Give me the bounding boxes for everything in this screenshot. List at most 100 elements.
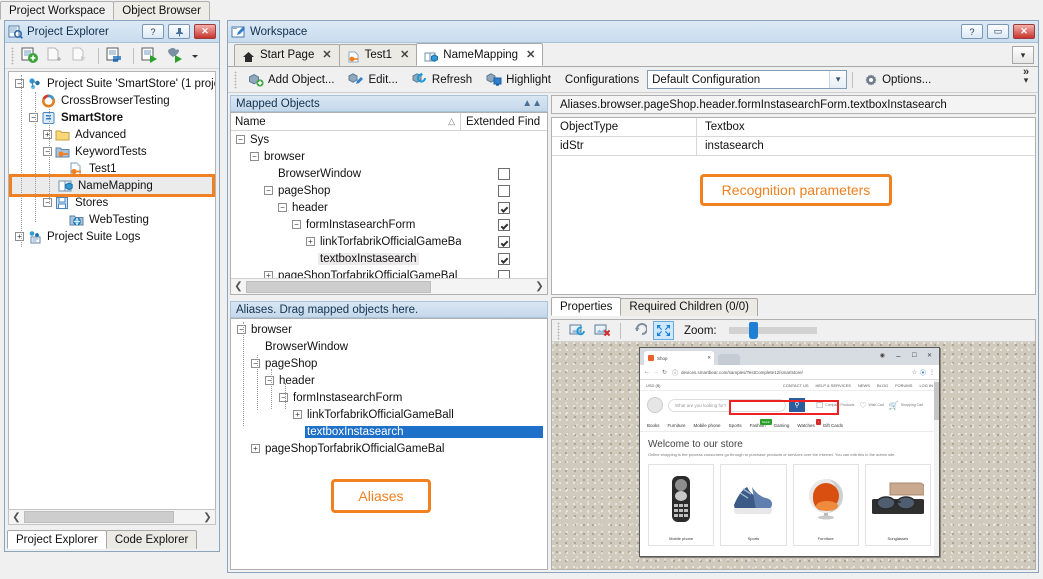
toolbar-grip[interactable] [11,47,14,65]
tab-properties[interactable]: Properties [551,297,621,316]
collapse-toggle-icon[interactable]: − [236,135,245,144]
close-button[interactable]: ✕ [194,24,216,39]
list-item[interactable]: −browser [231,321,547,338]
zoom-slider[interactable] [729,327,817,334]
collapse-toggle-icon[interactable]: − [251,359,260,368]
expand-toggle-icon[interactable]: + [251,444,260,453]
tab-start-page[interactable]: Start Page ✕ [234,44,340,66]
configurations-combobox[interactable]: Default Configuration ▾ [647,70,847,89]
project-tree-hscrollbar[interactable]: ❮ ❯ [8,509,216,525]
table-row[interactable]: +linkTorfabrikOfficialGameBall [231,233,547,250]
extended-find-checkbox[interactable] [498,219,510,231]
column-header-extended-find[interactable]: Extended Find [461,113,547,130]
add-project-icon[interactable] [20,46,42,66]
workspace-help-button[interactable]: ? [961,24,983,39]
table-row[interactable]: BrowserWindow [231,165,547,182]
tab-project-workspace[interactable]: Project Workspace [0,1,114,20]
collapse-toggle-icon[interactable]: − [264,186,273,195]
list-item[interactable]: +linkTorfabrikOfficialGameBall [231,406,547,423]
tab-code-explorer[interactable]: Code Explorer [106,530,198,549]
highlight-button[interactable]: Highlight [480,70,557,89]
extended-find-checkbox[interactable] [498,168,510,180]
property-row[interactable]: ObjectTypeTextbox [552,118,1035,137]
fit-to-window-icon[interactable] [653,321,674,340]
tab-object-browser[interactable]: Object Browser [113,1,210,20]
extended-find-checkbox[interactable] [498,185,510,197]
collapse-toggle-icon[interactable]: − [43,147,52,156]
collapse-toggle-icon[interactable]: − [278,203,287,212]
chevron-down-icon[interactable]: ▾ [1012,46,1034,64]
list-item[interactable]: −formInstasearchForm [231,389,547,406]
refresh-button[interactable]: Refresh [406,70,478,89]
project-tree-item-crossbrowsertesting[interactable]: CrossBrowserTesting [9,92,215,109]
delete-image-icon[interactable] [592,321,613,340]
collapse-toggle-icon[interactable]: − [237,325,246,334]
refresh-image-icon[interactable] [567,321,588,340]
add-object-button[interactable]: Add Object... [242,70,340,89]
table-row[interactable]: −formInstasearchForm [231,216,547,233]
namemapping-toolbar-grip[interactable] [234,71,237,89]
dropdown-arrow-icon[interactable] [190,46,200,66]
workspace-restore-button[interactable]: ▭ [987,24,1009,39]
scroll-left-arrow[interactable]: ❮ [9,510,24,524]
project-tree[interactable]: −Project Suite 'SmartStore' (1 projectCr… [8,71,216,523]
aliases-tree[interactable]: −browserBrowserWindow−pageShop−header−fo… [230,318,548,570]
scroll-right-arrow[interactable]: ❯ [532,280,547,294]
extended-find-checkbox[interactable] [498,202,510,214]
list-item[interactable]: +pageShopTorfabrikOfficialGameBal [231,440,547,457]
collapse-toggle-icon[interactable]: − [292,220,301,229]
tab-namemapping-close-icon[interactable]: ✕ [526,44,535,66]
arrange-items-icon[interactable] [105,46,127,66]
collapse-toggle-icon[interactable]: − [279,393,288,402]
properties-grid[interactable]: ObjectTypeTextboxidStrinstasearch Recogn… [551,117,1036,295]
table-row[interactable]: −browser [231,148,547,165]
table-row[interactable]: −pageShop [231,182,547,199]
collapse-toggle-icon[interactable]: − [250,152,259,161]
expand-toggle-icon[interactable]: + [306,237,315,246]
run-test-icon[interactable] [165,46,187,66]
list-item[interactable]: BrowserWindow [231,338,547,355]
project-tree-item-project-suite-logs[interactable]: +Project Suite Logs [9,228,215,245]
tab-test1[interactable]: Test1 ✕ [339,44,418,66]
list-item[interactable]: −pageShop [231,355,547,372]
undo-icon[interactable] [628,321,649,340]
scroll-thumb[interactable] [246,281,431,293]
project-tree-item-smartstore[interactable]: −SmartStore [9,109,215,126]
collapse-toggle-icon[interactable]: − [29,113,38,122]
expand-toggle-icon[interactable]: + [15,232,24,241]
list-item[interactable]: textboxInstasearch [231,423,547,440]
pin-button[interactable] [168,24,190,39]
tab-project-explorer[interactable]: Project Explorer [7,530,107,549]
tab-start-page-close-icon[interactable]: ✕ [322,45,331,66]
extended-find-checkbox[interactable] [498,236,510,248]
options-button[interactable]: Options... [858,71,937,89]
expand-toggle-icon[interactable]: + [43,130,52,139]
expand-toggle-icon[interactable]: + [293,410,302,419]
collapse-toggle-icon[interactable]: − [265,376,274,385]
column-header-name[interactable]: Name △ [231,113,461,130]
project-tree-item-test1[interactable]: Test1 [9,160,215,177]
preview-canvas[interactable]: Shop ✕ ◉ ⚊ ☐ ✕ ← → ↻ [552,342,1035,569]
mapped-objects-hscrollbar[interactable]: ❮ ❯ [231,278,547,294]
extended-find-checkbox[interactable] [498,253,510,265]
table-row[interactable]: −Sys [231,131,547,148]
edit-button[interactable]: Edit... [342,70,403,89]
toolbar-overflow-icon[interactable]: » ▾ [1018,68,1034,84]
tab-test1-close-icon[interactable]: ✕ [400,45,409,66]
list-item[interactable]: −header [231,372,547,389]
chevron-up-icon[interactable]: ▲▲ [522,98,542,109]
project-tree-item-project-suite-smartstore-1-project[interactable]: −Project Suite 'SmartStore' (1 project [9,75,215,92]
collapse-toggle-icon[interactable]: − [15,79,24,88]
property-row[interactable]: idStrinstasearch [552,137,1035,156]
tab-namemapping[interactable]: NameMapping ✕ [416,43,543,66]
chevron-down-icon[interactable]: ▾ [829,71,846,88]
help-button[interactable]: ? [142,24,164,39]
project-tree-item-stores[interactable]: −Stores [9,194,215,211]
table-row[interactable]: textboxInstasearch [231,250,547,267]
preview-toolbar-grip[interactable] [557,322,560,340]
scroll-left-arrow[interactable]: ❮ [231,280,246,294]
scroll-thumb[interactable] [24,511,174,523]
mapped-objects-grid[interactable]: Name △ Extended Find −Sys−browserBrowser… [230,112,548,295]
open-item-icon[interactable] [70,46,92,66]
new-item-icon[interactable] [45,46,67,66]
